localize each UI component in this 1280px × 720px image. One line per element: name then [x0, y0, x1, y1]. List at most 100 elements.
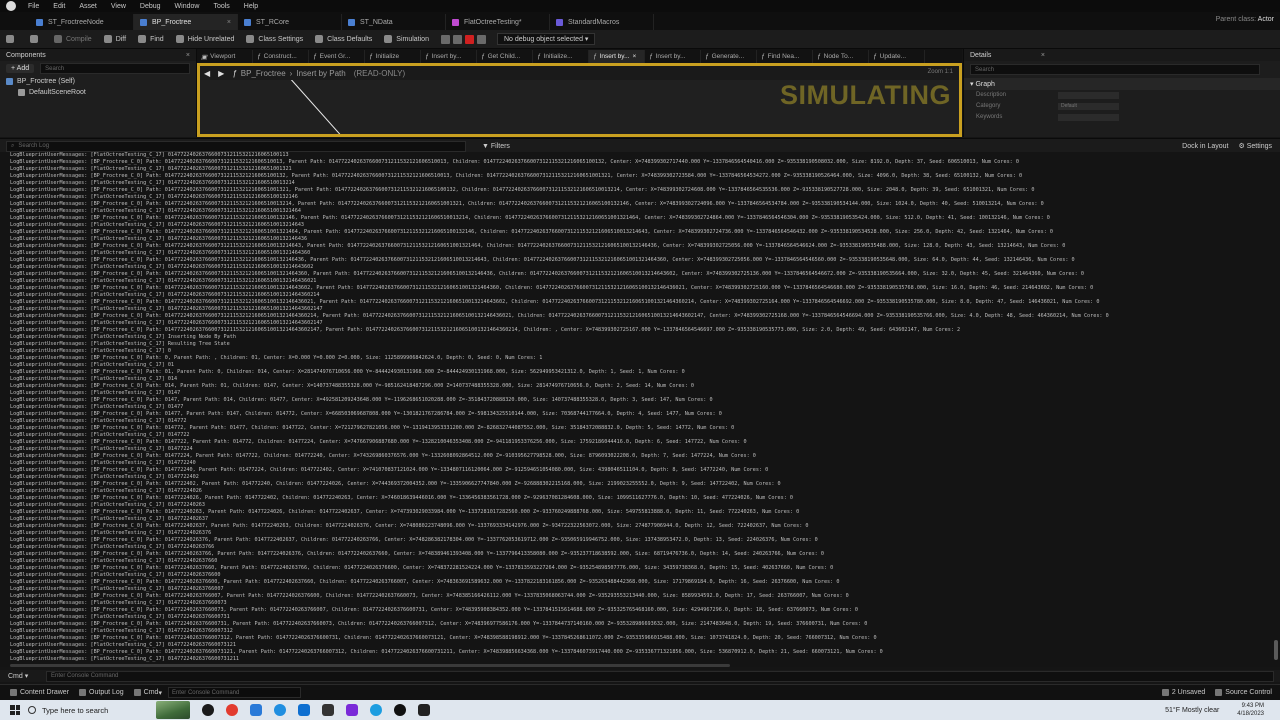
- mail-icon[interactable]: [298, 704, 310, 716]
- graph-tab[interactable]: ƒ Initialize...: [533, 50, 589, 63]
- content-drawer-button[interactable]: Content Drawer: [10, 689, 69, 696]
- graph-forward-icon[interactable]: ▶: [218, 69, 224, 78]
- hide-unrelated-button[interactable]: Hide Unrelated: [175, 35, 234, 43]
- compile-button[interactable]: Compile: [54, 35, 92, 43]
- statusbar-command-input[interactable]: Enter Console Command: [167, 687, 301, 698]
- close-icon[interactable]: ×: [633, 53, 637, 60]
- unreal-logo-icon[interactable]: [394, 704, 406, 716]
- console-command-input[interactable]: Enter Console Command: [46, 670, 1274, 682]
- graph-tab[interactable]: ƒ Initialize: [365, 50, 421, 63]
- graph-tab[interactable]: ƒ Update...: [869, 50, 925, 63]
- filters-button[interactable]: ▼ Filters: [482, 143, 510, 150]
- diff-button[interactable]: Diff: [103, 35, 126, 43]
- components-search-input[interactable]: Search: [40, 63, 190, 74]
- graph-tab[interactable]: ƒ Find Nea...: [757, 50, 813, 63]
- explorer-icon[interactable]: [322, 704, 334, 716]
- menu-view[interactable]: View: [111, 3, 126, 10]
- doc-tab-st-rcore[interactable]: ST_RCore: [238, 14, 342, 30]
- simulation-button[interactable]: Simulation: [384, 35, 429, 43]
- log-scroll-thumb[interactable]: [1274, 640, 1278, 660]
- windows-start-icon[interactable]: [10, 705, 20, 715]
- graph-tab[interactable]: ▣ Viewport: [197, 50, 253, 63]
- gear-icon: ⚙: [1238, 143, 1247, 150]
- find-button[interactable]: Find: [138, 35, 164, 43]
- graph-tab[interactable]: ƒ Generate...: [701, 50, 757, 63]
- category-dropdown[interactable]: Default: [1058, 103, 1119, 110]
- source-control-button[interactable]: Source Control: [1215, 689, 1272, 696]
- doc-tab-st-ndata[interactable]: ST_NData: [342, 14, 446, 30]
- browse-button[interactable]: [30, 35, 42, 43]
- log-horizontal-scrollbar[interactable]: [10, 664, 730, 667]
- graph-breadcrumb[interactable]: BP_Froctree: [241, 69, 286, 78]
- function-icon: ƒ: [232, 68, 237, 78]
- task-view-icon[interactable]: [250, 704, 262, 716]
- weather-widget[interactable]: 51°F Mostly clear: [1165, 707, 1219, 714]
- close-icon[interactable]: ×: [1041, 52, 1045, 59]
- graph-tab[interactable]: ƒ Insert by... ×: [589, 50, 645, 63]
- app-icon[interactable]: [346, 704, 358, 716]
- close-icon[interactable]: ×: [227, 19, 231, 26]
- app-icon[interactable]: [370, 704, 382, 716]
- graph-tab[interactable]: ƒ Insert by...: [645, 50, 701, 63]
- graph-tab[interactable]: ƒ Node To...: [813, 50, 869, 63]
- menu-tools[interactable]: Tools: [213, 3, 229, 10]
- clock[interactable]: 9:43 PM 4/18/2023: [1237, 702, 1264, 718]
- search-placeholder: Search: [975, 66, 995, 73]
- log-search-input[interactable]: ⌕ Search Log: [6, 140, 466, 152]
- step-icon[interactable]: [452, 34, 462, 44]
- save-button[interactable]: [6, 35, 18, 43]
- menu-help[interactable]: Help: [244, 3, 258, 10]
- unreal-logo-icon[interactable]: [6, 1, 16, 11]
- output-log-button[interactable]: Output Log: [79, 689, 124, 696]
- unsaved-button[interactable]: 2 Unsaved: [1161, 689, 1205, 696]
- cmd-dropdown[interactable]: Cmd ▾: [8, 672, 46, 680]
- log-scrollbar[interactable]: [1272, 152, 1280, 667]
- menu-debug[interactable]: Debug: [140, 3, 161, 10]
- class-settings-button[interactable]: Class Settings: [246, 35, 303, 43]
- menu-asset[interactable]: Asset: [79, 3, 97, 10]
- graph-editor[interactable]: ◀ ▶ ƒ BP_Froctree › Insert by Path (READ…: [197, 63, 962, 137]
- chrome-icon[interactable]: [226, 704, 238, 716]
- tree-item-default-scene-root[interactable]: DefaultSceneRoot: [0, 87, 196, 98]
- menu-edit[interactable]: Edit: [53, 3, 65, 10]
- description-field[interactable]: [1058, 92, 1119, 99]
- search-highlight-image[interactable]: [156, 701, 190, 719]
- graph-back-icon[interactable]: ◀: [204, 69, 210, 78]
- cmd-button[interactable]: Cmd ▾: [133, 689, 162, 697]
- terminal-icon: [133, 689, 141, 696]
- status-bar: Content Drawer Output Log Cmd ▾ Enter Co…: [0, 684, 1280, 700]
- doc-tab-label: StandardMacros: [568, 18, 620, 26]
- eject-icon[interactable]: [476, 34, 486, 44]
- log-settings-button[interactable]: ⚙ Settings: [1238, 142, 1272, 150]
- details-section-graph[interactable]: ▾ Graph: [964, 78, 1280, 90]
- doc-tab-standardmacros[interactable]: StandardMacros: [550, 14, 654, 30]
- doc-tab-bp-froctree[interactable]: BP_Froctree ×: [134, 14, 238, 30]
- doc-tab-st-froctreenode[interactable]: ST_FroctreeNode: [30, 14, 134, 30]
- graph-tab[interactable]: ƒ Event Gr...: [309, 50, 365, 63]
- pause-icon[interactable]: [440, 34, 450, 44]
- taskbar-search[interactable]: Type here to search: [28, 702, 138, 718]
- stop-icon[interactable]: [464, 34, 474, 44]
- tree-item-label: BP_Froctree (Self): [17, 78, 75, 85]
- obs-icon[interactable]: [202, 704, 214, 716]
- menu-file[interactable]: File: [28, 3, 39, 10]
- parent-class-value[interactable]: Actor: [1258, 16, 1274, 23]
- log-line: LogBlueprintUserMessages: [BP_Froctree_C…: [10, 215, 1050, 221]
- graph-tab[interactable]: ƒ Construct...: [253, 50, 309, 63]
- output-log[interactable]: LogBlueprintUserMessages: [FlatOctreeTes…: [0, 152, 1272, 667]
- close-icon[interactable]: ×: [186, 52, 190, 59]
- menu-window[interactable]: Window: [175, 3, 200, 10]
- keywords-field[interactable]: [1058, 114, 1119, 121]
- dock-in-layout-button[interactable]: Dock in Layout: [1182, 143, 1228, 150]
- graph-tab[interactable]: ƒ Get Child...: [477, 50, 533, 63]
- clapper-icon[interactable]: [418, 704, 430, 716]
- graph-tab[interactable]: ƒ Insert by...: [421, 50, 477, 63]
- graph-function-name[interactable]: Insert by Path: [296, 69, 345, 78]
- edge-icon[interactable]: [274, 704, 286, 716]
- details-search-input[interactable]: Search: [970, 64, 1260, 75]
- add-component-button[interactable]: + Add: [6, 64, 35, 73]
- debug-object-dropdown[interactable]: No debug object selected ▾: [496, 33, 596, 45]
- tree-item-self[interactable]: BP_Froctree (Self): [0, 76, 196, 87]
- class-defaults-button[interactable]: Class Defaults: [315, 35, 372, 43]
- doc-tab-flatoctreetesting[interactable]: FlatOctreeTesting*: [446, 14, 550, 30]
